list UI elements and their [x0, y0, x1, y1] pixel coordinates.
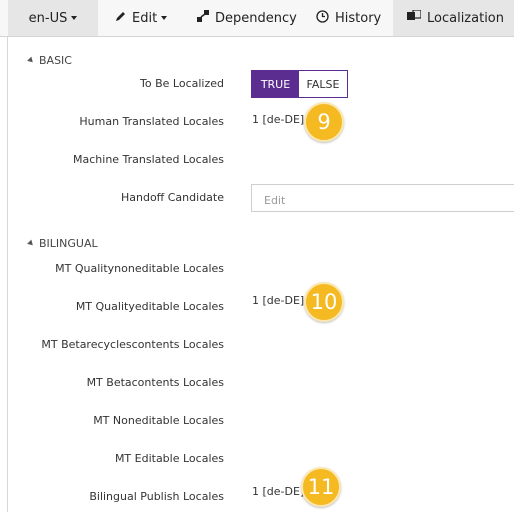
localization-tab[interactable]: Localization	[393, 0, 514, 36]
edit-label: Edit	[132, 10, 158, 26]
section-title: BILINGUAL	[39, 237, 98, 250]
edit-menu[interactable]: Edit	[115, 0, 180, 36]
machine-translated-label: Machine Translated Locales	[73, 153, 224, 166]
history-tab[interactable]: History	[316, 0, 396, 36]
dependency-label: Dependency	[215, 10, 297, 26]
mt-qualitynoneditable-label: MT Qualitynoneditable Locales	[55, 262, 224, 275]
chevron-down-icon	[161, 16, 168, 20]
bilingual-publish-label: Bilingual Publish Locales	[89, 490, 224, 503]
callout-badge: 10	[304, 282, 344, 322]
dependency-tab[interactable]: Dependency	[197, 0, 307, 36]
language-dropdown[interactable]: en-US	[8, 0, 98, 36]
language-label: en-US	[28, 10, 68, 26]
mt-qualityeditable-value: 1 [de-DE]	[252, 294, 305, 307]
clock-icon	[316, 9, 329, 27]
callout-badge: 9	[304, 102, 344, 142]
section-title: BASIC	[39, 54, 72, 67]
panel-border	[7, 37, 8, 512]
to-be-localized-label: To Be Localized	[140, 77, 224, 90]
human-translated-label: Human Translated Locales	[79, 115, 224, 128]
pencil-icon	[115, 11, 126, 26]
callout-badge: 11	[301, 467, 341, 507]
handoff-candidate-label: Handoff Candidate	[120, 191, 224, 204]
bilingual-publish-value: 1 [de-DE]	[252, 485, 305, 498]
to-be-localized-toggle[interactable]: TRUE FALSE	[251, 70, 348, 98]
human-translated-value: 1 [de-DE]	[252, 113, 305, 126]
toggle-false-button[interactable]: FALSE	[299, 71, 347, 97]
mt-noneditable-label: MT Noneditable Locales	[93, 414, 224, 427]
collapse-triangle-icon	[27, 56, 35, 65]
mt-qualityeditable-label: MT Qualityeditable Locales	[75, 300, 224, 313]
globe-icon	[407, 8, 422, 27]
basic-section-header[interactable]: BASIC	[27, 54, 72, 67]
collapse-triangle-icon	[27, 239, 35, 248]
handoff-candidate-input[interactable]: Edit	[251, 184, 514, 212]
bilingual-section-header[interactable]: BILINGUAL	[27, 237, 98, 250]
history-label: History	[335, 10, 382, 26]
mt-editable-label: MT Editable Locales	[114, 452, 224, 465]
mt-betacontents-label: MT Betacontents Locales	[86, 376, 224, 389]
localization-label: Localization	[427, 10, 504, 26]
chevron-down-icon	[71, 16, 78, 20]
toggle-true-button[interactable]: TRUE	[252, 71, 299, 97]
mt-betarecyclescontents-label: MT Betarecyclescontents Locales	[41, 338, 224, 351]
toolbar: en-US Edit Dependency History Localizati…	[0, 0, 514, 37]
dependency-icon	[197, 10, 209, 26]
